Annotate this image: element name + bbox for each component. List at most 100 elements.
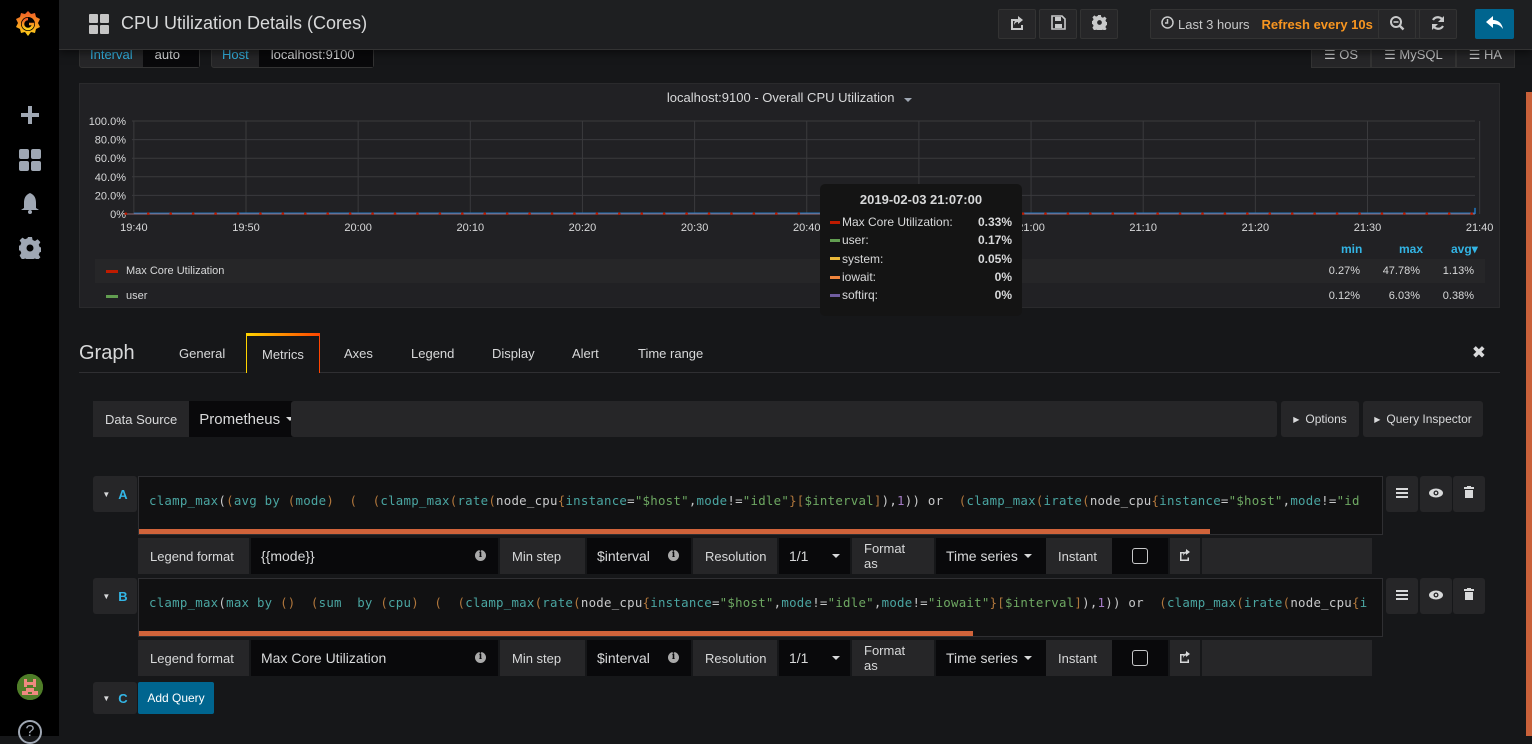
remove-query-button[interactable] — [1453, 578, 1485, 614]
series-point — [483, 212, 487, 215]
tab-display[interactable]: Display — [477, 333, 550, 373]
add-query-button[interactable]: Add Query — [138, 682, 214, 714]
time-range-label: Last 3 hours — [1178, 16, 1250, 32]
legend-item[interactable]: user 0.12% 6.03% 0.38% — [95, 284, 1485, 308]
series-point — [416, 212, 419, 215]
tab-metrics[interactable]: Metrics — [246, 333, 320, 373]
reply-arrow-icon — [1485, 15, 1504, 33]
query-progress-bar — [139, 529, 1210, 534]
resolution-select[interactable]: 1/1 — [779, 640, 850, 676]
legend-format-input[interactable]: Max Core Utilization i — [251, 640, 498, 676]
legend-avg: 0.38% — [1442, 290, 1474, 302]
instant-checkbox[interactable] — [1112, 538, 1168, 574]
remove-query-button[interactable] — [1453, 476, 1485, 512]
query-menu-button[interactable] — [1386, 476, 1418, 512]
format-as-select[interactable]: Time series — [936, 538, 1046, 574]
clock-icon — [1161, 16, 1174, 32]
x-tick-label: 19:50 — [232, 222, 260, 234]
dashboard-settings-button[interactable] — [1080, 9, 1118, 39]
share-query-button[interactable] — [1170, 640, 1200, 676]
series-point — [797, 212, 801, 215]
legend-col-max[interactable]: max — [1399, 242, 1423, 256]
info-icon[interactable]: i — [668, 550, 679, 561]
grafana-logo-icon[interactable] — [12, 8, 44, 40]
dashboard-title[interactable]: CPU Utilization Details (Cores) — [121, 13, 367, 34]
instant-checkbox[interactable] — [1112, 640, 1168, 676]
resolution-select[interactable]: 1/1 — [779, 538, 850, 574]
refresh-button[interactable] — [1419, 9, 1457, 39]
plus-icon[interactable] — [19, 104, 41, 126]
scrollbar[interactable] — [1526, 92, 1532, 736]
series-point — [1089, 212, 1092, 215]
info-icon[interactable]: i — [475, 652, 486, 663]
graph-plot[interactable]: 0% 20.0% 40.0% 60.0% 80.0% 100.0% 19:40 19:50 20… — [80, 84, 1501, 244]
legend-format-label: Legend format — [138, 640, 249, 676]
close-editor-icon[interactable]: ✖ — [1472, 343, 1486, 363]
series-color-swatch[interactable] — [106, 269, 118, 273]
legend-col-min[interactable]: min — [1341, 242, 1362, 256]
info-icon[interactable]: i — [668, 652, 679, 663]
user-avatar[interactable] — [17, 674, 43, 700]
help-icon[interactable]: ? — [18, 720, 42, 744]
series-point — [1156, 212, 1159, 215]
share-query-button[interactable] — [1170, 538, 1200, 574]
tab-general[interactable]: General — [164, 333, 240, 373]
back-to-dashboard-button[interactable] — [1475, 9, 1514, 39]
legend-item[interactable]: Max Core Utilization 0.27% 47.78% 1.13% — [95, 259, 1485, 283]
query-menu-button[interactable] — [1386, 578, 1418, 614]
tab-alert[interactable]: Alert — [557, 333, 614, 373]
series-point — [191, 212, 195, 215]
x-tick-label: 21:40 — [1466, 222, 1494, 234]
tab-legend[interactable]: Legend — [396, 333, 469, 373]
options-toggle-button[interactable]: ▶ Options — [1281, 401, 1359, 437]
toggle-visibility-button[interactable] — [1420, 476, 1452, 512]
tooltip-row: user: 0.17% — [830, 231, 1012, 249]
legend-min: 0.27% — [1328, 265, 1360, 277]
share-button[interactable] — [998, 9, 1036, 39]
resolution-label: Resolution — [693, 640, 777, 676]
series-point — [640, 212, 644, 215]
caret-right-icon: ▶ — [1374, 414, 1381, 424]
caret-down-icon: ▼ — [102, 693, 111, 703]
tab-axes[interactable]: Axes — [329, 333, 388, 373]
bell-icon[interactable] — [19, 192, 41, 214]
series-point — [618, 212, 621, 215]
gear-icon[interactable] — [19, 237, 41, 259]
min-step-input[interactable]: $interval i — [587, 640, 691, 676]
query-expression-editor[interactable]: clamp_max((avg by (mode) ( (clamp_max(ra… — [138, 476, 1383, 535]
series-point — [236, 212, 240, 215]
info-icon[interactable]: i — [475, 550, 486, 561]
query-inspector-button[interactable]: ▶ Query Inspector — [1363, 401, 1483, 437]
series-point — [662, 212, 666, 215]
legend-min: 0.12% — [1328, 290, 1360, 302]
tab-time-range[interactable]: Time range — [623, 333, 718, 373]
toggle-visibility-button[interactable] — [1420, 578, 1452, 614]
save-dashboard-button[interactable] — [1039, 9, 1077, 39]
legend-format-input[interactable]: {{mode}} i — [251, 538, 498, 574]
series-point — [1290, 212, 1294, 215]
series-point — [146, 212, 150, 215]
legend-max: 47.78% — [1382, 265, 1420, 277]
tooltip-time: 2019-02-03 21:07:00 — [859, 192, 983, 207]
eye-icon — [1429, 485, 1443, 503]
format-as-label: Format as — [852, 538, 934, 574]
series-color-swatch[interactable] — [106, 294, 118, 298]
format-as-select[interactable]: Time series — [936, 640, 1046, 676]
query-collapse-toggle[interactable]: ▼ C — [93, 682, 137, 714]
tooltip-row: Max Core Utilization: 0.33% — [830, 213, 1012, 231]
caret-down-icon: ▼ — [102, 489, 111, 499]
series-point — [1201, 212, 1204, 215]
datasource-select[interactable]: Prometheus — [189, 401, 305, 437]
series-point — [1044, 212, 1047, 215]
query-expression-editor[interactable]: clamp_max(max by () (sum by (cpu) ( (cla… — [138, 578, 1383, 637]
series-point — [573, 212, 576, 215]
series-point — [1403, 212, 1406, 215]
series-point — [1268, 212, 1272, 215]
min-step-input[interactable]: $interval i — [587, 538, 691, 574]
x-tick-label: 21:20 — [1242, 222, 1270, 234]
query-collapse-toggle[interactable]: ▼ A — [93, 476, 137, 512]
zoom-out-button[interactable] — [1378, 9, 1416, 39]
query-collapse-toggle[interactable]: ▼ B — [93, 578, 137, 614]
dashboards-icon[interactable] — [19, 149, 41, 171]
legend-col-avg[interactable]: avg▾ — [1451, 242, 1478, 256]
